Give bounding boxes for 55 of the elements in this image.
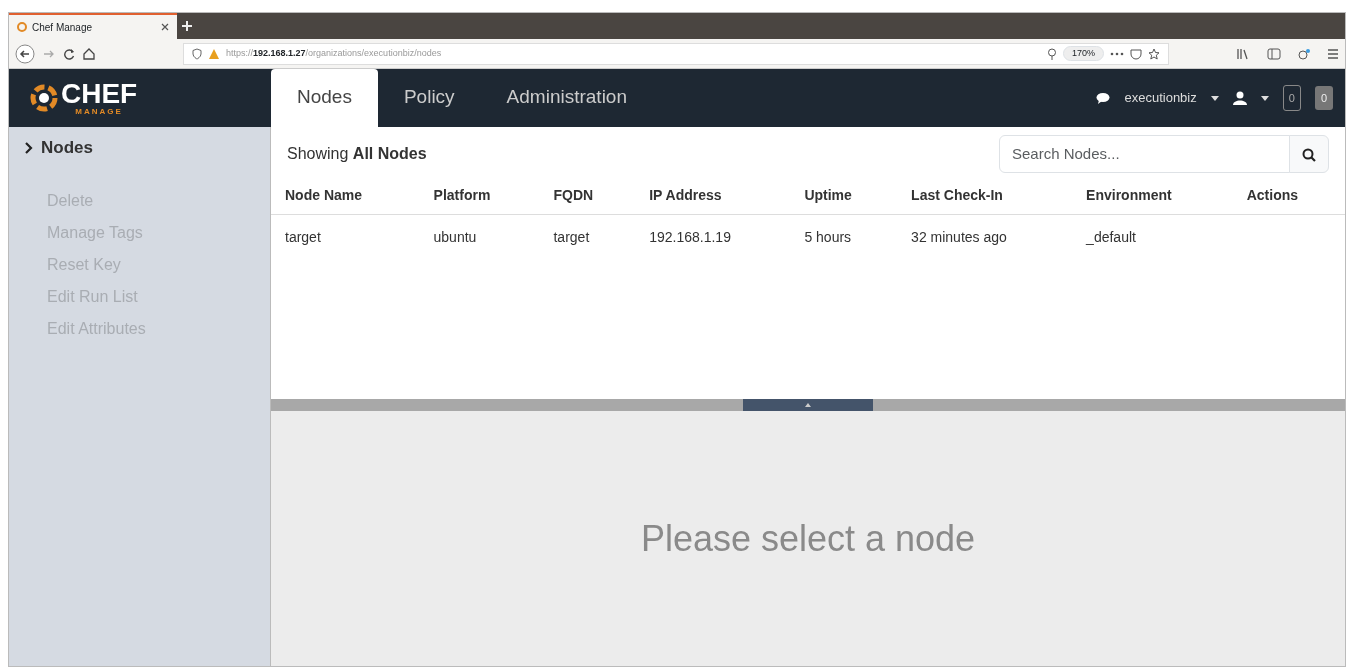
- nav-tab[interactable]: Policy: [377, 68, 481, 127]
- showing-label: Showing All Nodes: [287, 144, 428, 164]
- user-icon[interactable]: [1232, 91, 1247, 105]
- empty-message: Please select a node: [640, 516, 976, 561]
- more-icon[interactable]: [1110, 51, 1124, 56]
- logo-icon: [29, 83, 59, 113]
- nav-tab[interactable]: Administration: [480, 68, 653, 127]
- tab-title: Chef Manage: [32, 20, 94, 35]
- table-cell: 192.168.1.19: [649, 229, 731, 245]
- table-cell: _default: [1086, 229, 1136, 245]
- sidebar-icon[interactable]: [1267, 47, 1281, 60]
- org-dropdown[interactable]: executionbiz: [1124, 88, 1197, 108]
- caret-icon: [1260, 95, 1269, 101]
- zoom-level[interactable]: 170%: [1062, 45, 1104, 62]
- sidebar-heading[interactable]: Nodes: [41, 135, 93, 161]
- column-header[interactable]: Environment: [1072, 177, 1233, 215]
- table-cell: 5 hours: [804, 229, 852, 245]
- caret-icon: [805, 403, 811, 407]
- splitter-handle[interactable]: [743, 399, 873, 411]
- library-icon[interactable]: [1237, 47, 1251, 60]
- extension-icon[interactable]: [1297, 47, 1311, 60]
- menu-icon[interactable]: [1327, 47, 1339, 60]
- table-cell: target: [285, 229, 321, 245]
- location-pin-icon: [1046, 47, 1057, 60]
- address-bar[interactable]: https://192.168.1.27/organizations/executionbiz/nodes 170%: [183, 42, 1169, 65]
- nav-tab[interactable]: Nodes: [271, 68, 378, 127]
- column-header[interactable]: Last Check-In: [897, 177, 1073, 215]
- back-icon[interactable]: [15, 43, 35, 64]
- chat-icon[interactable]: [1096, 92, 1111, 104]
- home-icon[interactable]: [83, 47, 95, 60]
- search-button[interactable]: [1289, 135, 1329, 173]
- shield-icon: [192, 47, 202, 60]
- logo-text: CHEF: [61, 80, 138, 108]
- column-header[interactable]: Uptime: [790, 177, 898, 215]
- column-header[interactable]: Actions: [1232, 177, 1345, 215]
- search-icon: [1302, 147, 1316, 162]
- column-header[interactable]: Platform: [419, 177, 540, 215]
- close-icon[interactable]: [161, 23, 169, 31]
- column-header[interactable]: IP Address: [635, 177, 791, 215]
- counter[interactable]: 0: [1282, 84, 1301, 112]
- column-header[interactable]: FQDN: [539, 177, 636, 215]
- table-cell: target: [553, 229, 590, 245]
- table-cell: ubuntu: [433, 229, 477, 245]
- reload-icon[interactable]: [63, 47, 75, 60]
- column-header[interactable]: Node Name: [271, 177, 420, 215]
- logo-subtitle: MANAGE: [74, 108, 124, 116]
- counter[interactable]: 0: [1314, 85, 1333, 111]
- browser-tab[interactable]: Chef Manage: [9, 13, 177, 39]
- caret-icon: [1210, 95, 1219, 101]
- chevron-icon: [25, 141, 33, 154]
- table-cell: 32 minutes ago: [911, 229, 1007, 245]
- search-field[interactable]: Search Nodes...: [999, 135, 1290, 173]
- lock-warning-icon: [208, 47, 220, 60]
- star-icon[interactable]: [1148, 47, 1160, 60]
- url-text: https://192.168.1.27/organizations/executionbiz/nodes: [226, 46, 443, 60]
